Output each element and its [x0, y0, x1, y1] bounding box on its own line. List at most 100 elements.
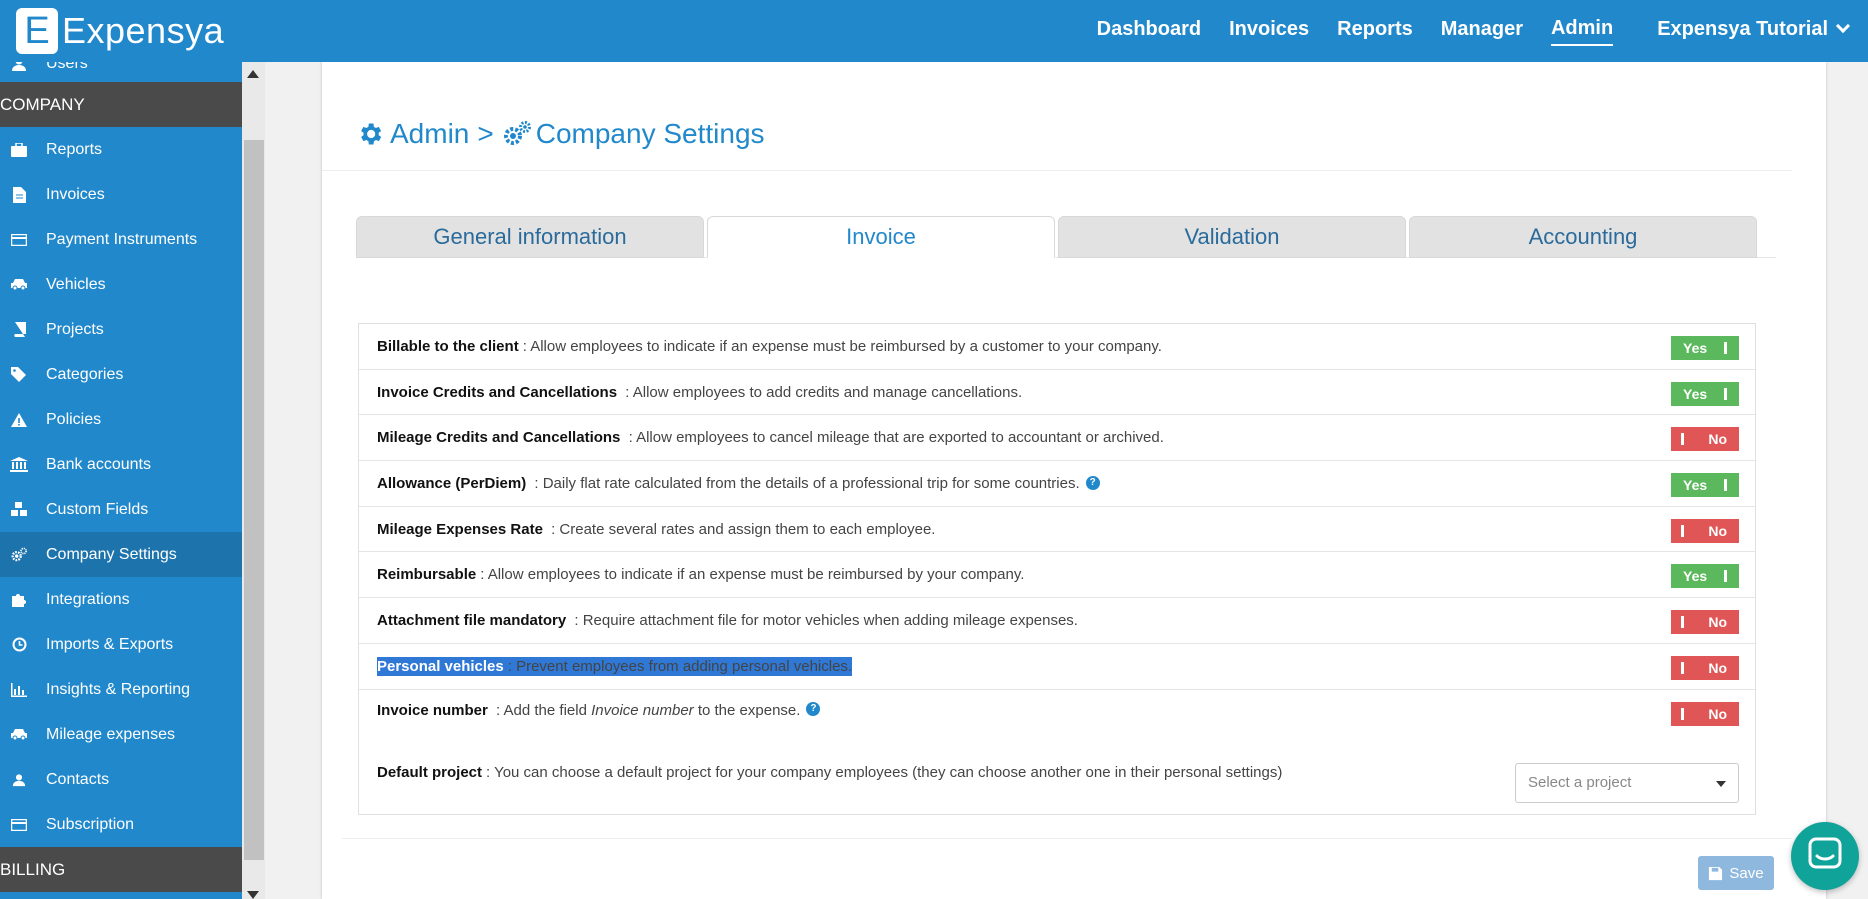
sidebar-item-bank-accounts[interactable]: Bank accounts	[0, 442, 242, 487]
nav-admin[interactable]: Admin	[1550, 17, 1614, 46]
warning-icon	[8, 411, 30, 429]
toggle-mileage-credits-and-cancellations[interactable]: No	[1671, 427, 1739, 452]
sidebar-section-billing: BILLING	[0, 847, 242, 892]
nav-invoices[interactable]: Invoices	[1229, 18, 1309, 45]
setting-title: Allowance (PerDiem)	[377, 474, 527, 492]
sidebar-item-mileage-expenses[interactable]: Mileage expenses	[0, 712, 242, 757]
default-project-select[interactable]: Select a project	[1515, 762, 1739, 803]
sidebar-item-users[interactable]: Users	[0, 62, 242, 82]
sidebar-scroll-thumb[interactable]	[244, 140, 264, 860]
sidebar-item-categories[interactable]: Categories	[0, 352, 242, 397]
toggle-knob	[1724, 342, 1727, 354]
setting-text: Billable to the client: Allow employees …	[377, 338, 1162, 355]
tab-invoice[interactable]: Invoice	[707, 216, 1055, 258]
nav-reports[interactable]: Reports	[1337, 18, 1413, 45]
tab-accounting[interactable]: Accounting	[1409, 216, 1757, 258]
setting-title: Mileage Expenses Rate	[377, 520, 543, 538]
car-icon	[8, 276, 30, 294]
setting-description: : Daily flat rate calculated from the de…	[530, 474, 1080, 492]
setting-row-mileage-credits-and-cancellations: Mileage Credits and Cancellations : Allo…	[359, 415, 1755, 462]
gears-icon	[502, 120, 531, 148]
sidebar-item-policies[interactable]: Policies	[0, 397, 242, 442]
chevron-down-icon	[1835, 18, 1851, 34]
floppy-icon	[1708, 866, 1723, 881]
toggle-knob	[1681, 524, 1684, 537]
history-icon	[8, 636, 30, 654]
sidebar-item-label: Invoices	[46, 185, 105, 203]
sidebar-item-integrations[interactable]: Integrations	[0, 577, 242, 622]
setting-title: Default project	[377, 763, 483, 781]
nav-dashboard[interactable]: Dashboard	[1097, 18, 1201, 45]
sidebar-item-company-settings[interactable]: Company Settings	[0, 532, 242, 577]
setting-field-name: Invoice number	[591, 701, 694, 719]
tab-general-information[interactable]: General information	[356, 216, 704, 258]
toggle-label: No	[1708, 705, 1727, 722]
sidebar-item-invoices[interactable]: Invoices	[0, 172, 242, 217]
help-icon[interactable]: ?	[1085, 476, 1100, 491]
setting-title: Mileage Credits and Cancellations	[377, 429, 621, 447]
divider	[322, 170, 1792, 171]
setting-row-invoice-number: Invoice number : Add the field Invoice n…	[359, 690, 1755, 752]
sidebar-item-label: Payment Instruments	[46, 230, 198, 248]
sidebar-item-imports-exports[interactable]: Imports & Exports	[0, 622, 242, 667]
account-menu[interactable]: Expensya Tutorial	[1657, 17, 1851, 45]
brand-logo[interactable]: E Expensya	[16, 8, 224, 54]
setting-description: : Allow employees to indicate if an expe…	[522, 337, 1162, 355]
toggle-mileage-expenses-rate[interactable]: No	[1671, 518, 1739, 543]
sidebar-item-custom-fields[interactable]: Custom Fields	[0, 487, 242, 532]
setting-title: Invoice number	[377, 701, 488, 719]
help-icon[interactable]: ?	[806, 701, 821, 716]
toggle-label: No	[1708, 431, 1727, 448]
sidebar: Users COMPANY Reports Invoices Payment Ins…	[0, 62, 242, 899]
nav-manager[interactable]: Manager	[1441, 18, 1523, 45]
toggle-allowance-perdiem[interactable]: Yes	[1671, 473, 1739, 498]
toggle-personal-vehicles[interactable]: No	[1671, 655, 1739, 680]
tab-validation[interactable]: Validation	[1058, 216, 1406, 258]
chat-widget-button[interactable]	[1791, 822, 1859, 890]
car-icon	[8, 726, 30, 744]
setting-description: : You can choose a default project for y…	[486, 763, 1283, 781]
sidebar-item-insights-reporting[interactable]: Insights & Reporting	[0, 667, 242, 712]
sidebar-item-reports[interactable]: Reports	[0, 127, 242, 172]
toggle-knob	[1724, 387, 1727, 400]
sidebar-item-payment-instruments[interactable]: Payment Instruments	[0, 217, 242, 262]
sidebar-section-company: COMPANY	[0, 82, 242, 127]
setting-row-personal-vehicles: Personal vehicles: Prevent employees fro…	[359, 644, 1755, 690]
save-button[interactable]: Save	[1698, 856, 1774, 890]
save-label: Save	[1729, 864, 1764, 882]
setting-description: : Create several rates and assign them t…	[546, 520, 936, 538]
sidebar-item-projects[interactable]: Projects	[0, 307, 242, 352]
sidebar-item-contacts[interactable]: Contacts	[0, 757, 242, 802]
toggle-knob	[1681, 616, 1684, 629]
settings-list: Billable to the client: Allow employees …	[358, 323, 1756, 815]
toggle-label: No	[1708, 522, 1727, 539]
tags-icon	[8, 366, 30, 384]
breadcrumb-admin[interactable]: Admin	[390, 118, 469, 150]
sidebar-item-vehicles[interactable]: Vehicles	[0, 262, 242, 307]
setting-text: Personal vehicles: Prevent employees fro…	[377, 656, 853, 676]
toggle-reimbursable[interactable]: Yes	[1671, 564, 1739, 589]
sidebar-item-label: Contacts	[46, 770, 110, 788]
user-icon	[8, 771, 30, 789]
toggle-billable-to-the-client[interactable]: Yes	[1671, 336, 1739, 360]
sidebar-item-label: Custom Fields	[46, 500, 149, 518]
sidebar-item-label: Subscription	[46, 815, 135, 833]
toggle-invoice-number[interactable]: No	[1671, 701, 1739, 726]
main-panel: Admin > Company Settings General informa…	[322, 62, 1826, 899]
user-icon	[8, 62, 30, 73]
setting-description: : Allow employees to add credits and man…	[621, 383, 1023, 401]
top-navbar: E Expensya Dashboard Invoices Reports Ma…	[0, 0, 1868, 62]
gears-icon	[8, 546, 30, 564]
setting-title: Reimbursable	[377, 566, 477, 584]
setting-text: Mileage Credits and Cancellations : Allo…	[377, 429, 1164, 446]
sidebar-item-subscription[interactable]: Subscription	[0, 802, 242, 847]
account-name: Expensya Tutorial	[1657, 17, 1828, 40]
setting-text: Reimbursable: Allow employees to indicat…	[377, 566, 1024, 583]
scroll-up-icon[interactable]	[247, 70, 259, 78]
setting-row-default-project: Default project : You can choose a defau…	[359, 752, 1755, 814]
sidebar-item-label: Reports	[46, 140, 103, 158]
setting-title: Attachment file mandatory	[377, 611, 567, 629]
toggle-invoice-credits-and-cancellations[interactable]: Yes	[1671, 381, 1739, 406]
toggle-attachment-file-mandatory[interactable]: No	[1671, 610, 1739, 635]
scroll-down-icon[interactable]	[247, 891, 259, 899]
